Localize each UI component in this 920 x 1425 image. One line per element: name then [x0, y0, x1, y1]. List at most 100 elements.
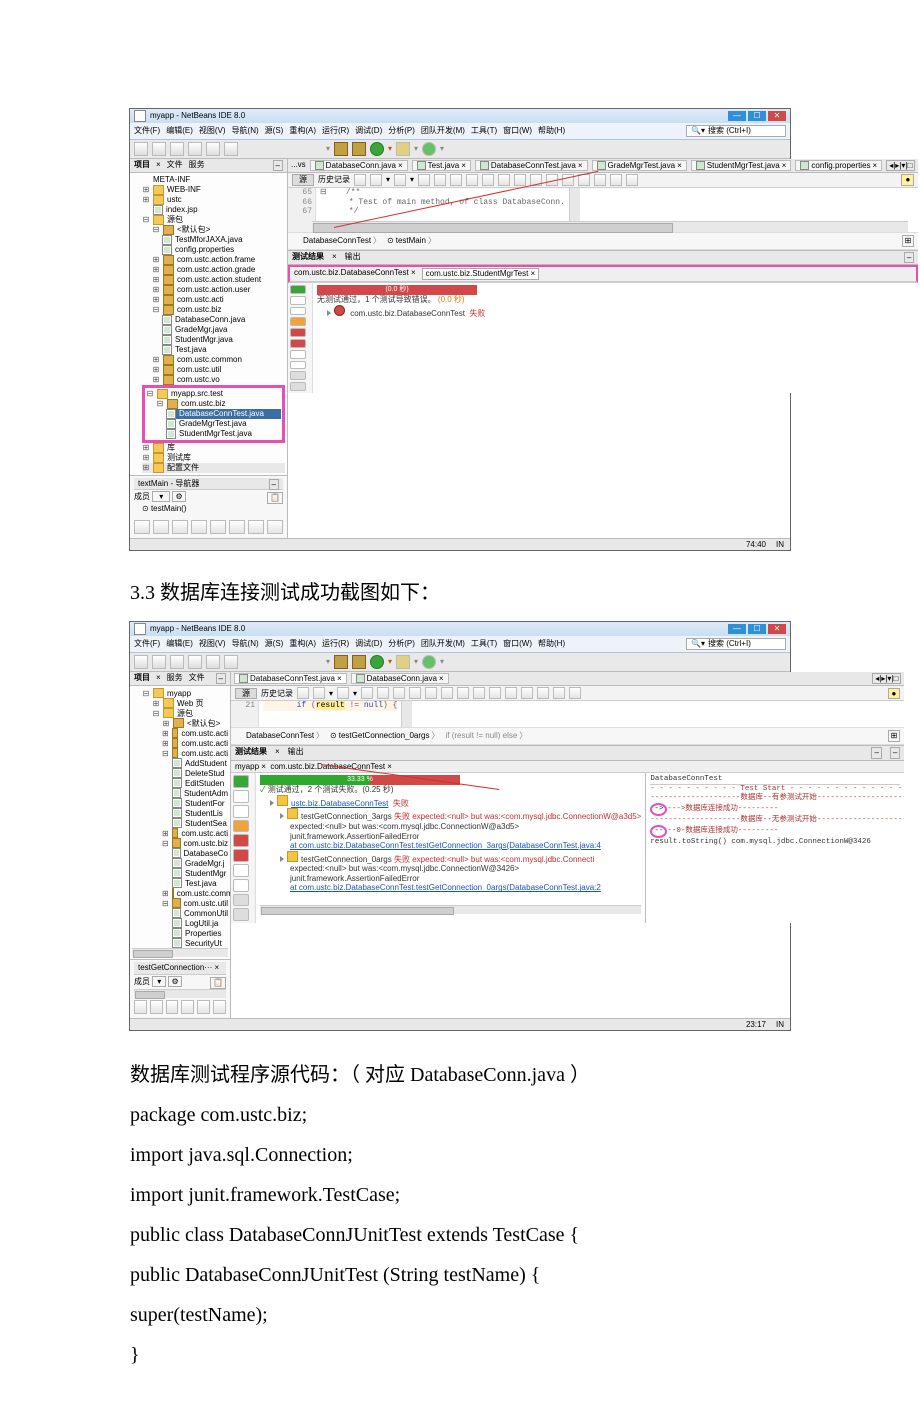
- expand-icon[interactable]: [233, 864, 249, 877]
- sidebar-min-icon[interactable]: –: [273, 160, 283, 172]
- navigator-method[interactable]: ⊙ testMain(): [134, 504, 283, 514]
- run-icon[interactable]: [370, 655, 384, 669]
- java-icon: [315, 161, 324, 170]
- save-all-icon[interactable]: [188, 142, 202, 156]
- project-tree[interactable]: ⊟myapp ⊞Web 页 ⊟源包 ⊞<默认包> ⊞com.ustc.acti …: [130, 686, 230, 959]
- clean-build-icon[interactable]: [352, 142, 366, 156]
- options-icon[interactable]: [290, 382, 306, 391]
- toolbar-icon[interactable]: [626, 174, 638, 186]
- code-editor[interactable]: 21 if (result != null) {: [231, 701, 904, 727]
- save-all-icon[interactable]: [188, 655, 202, 669]
- scrollbar[interactable]: [401, 701, 412, 727]
- collapse-icon[interactable]: [290, 361, 306, 370]
- menu-items[interactable]: 文件(F)编辑(E)视图(V)导航(N)源(S)重构(A)运行(R)调试(D)分…: [134, 126, 571, 136]
- toolbar-icon[interactable]: [578, 174, 590, 186]
- window-close-button[interactable]: ✕: [768, 111, 786, 121]
- new-file-icon[interactable]: [134, 142, 148, 156]
- rerun-icon[interactable]: [233, 775, 249, 788]
- new-project-icon[interactable]: [152, 142, 166, 156]
- window-minimize-button[interactable]: —: [728, 111, 746, 121]
- output-icon-column[interactable]: [231, 773, 256, 923]
- run-icon[interactable]: [370, 142, 384, 156]
- test-result-tree[interactable]: (0.0 秒) 无测试通过，1 个测试导致错误。 (0.0 秒) com.ust…: [313, 283, 918, 393]
- build-icon[interactable]: [334, 142, 348, 156]
- editor-tabs[interactable]: ...vs DatabaseConn.java × Test.java × Da…: [288, 159, 918, 174]
- sidebar-tabs[interactable]: 项目× 服务 文件 –: [130, 672, 230, 687]
- filter-pass-icon[interactable]: [233, 790, 249, 803]
- filter-icon[interactable]: [233, 805, 249, 818]
- debug-icon[interactable]: [396, 655, 410, 669]
- toolbar-icon[interactable]: [482, 174, 494, 186]
- warning-indicator-icon[interactable]: ●: [901, 174, 914, 186]
- redo-icon[interactable]: [224, 655, 238, 669]
- quick-search-input[interactable]: 🔍▾ 搜索 (Ctrl+I): [686, 638, 786, 650]
- editor-sub-toolbar[interactable]: 源 历史记录 ▾▾ ●: [231, 686, 904, 701]
- tab-services[interactable]: 服务: [189, 160, 205, 172]
- debug-icon[interactable]: [396, 142, 410, 156]
- profile-icon[interactable]: [422, 142, 436, 156]
- error-icon[interactable]: [233, 849, 249, 862]
- test-result-tree[interactable]: 33.33 % ✓ 测试通过，2 个测试失败。(0.25 秒) ustc.biz…: [256, 773, 645, 923]
- filter-pass-icon[interactable]: [290, 296, 306, 305]
- clean-build-icon[interactable]: [352, 655, 366, 669]
- window-close-button[interactable]: ✕: [768, 624, 786, 634]
- output-tabs[interactable]: 测试结果× 输出 –: [288, 251, 918, 266]
- tab-files[interactable]: 文件: [167, 160, 183, 172]
- quick-search-input[interactable]: 🔍▾ 搜索 (Ctrl+I): [686, 125, 786, 137]
- new-file-icon[interactable]: [134, 655, 148, 669]
- editor-tabs[interactable]: DatabaseConnTest.java × DatabaseConn.jav…: [231, 672, 904, 687]
- toolbar-icon[interactable]: [434, 174, 446, 186]
- navigator-filters[interactable]: [134, 998, 226, 1016]
- breadcrumb-bar[interactable]: DatabaseConnTest 〉 ⊙ testGetConnection_0…: [231, 727, 904, 745]
- redo-icon[interactable]: [224, 142, 238, 156]
- settings-icon[interactable]: [290, 371, 306, 380]
- app-icon: [134, 110, 146, 122]
- project-tree[interactable]: META-INF ⊞WEB-INF ⊞ustc index.jsp ⊟源包 ⊟<…: [130, 173, 287, 475]
- editor-sub-toolbar[interactable]: 源 历史记录 ▾ ▾ ●: [288, 173, 918, 188]
- window-maximize-button[interactable]: ☐: [748, 111, 766, 121]
- open-icon[interactable]: [170, 655, 184, 669]
- main-toolbar[interactable]: ▾ ▾ ▾ ▾: [130, 653, 790, 672]
- toolbar-icon[interactable]: [498, 174, 510, 186]
- navigator-filters[interactable]: [134, 518, 283, 536]
- toolbar-icon[interactable]: [594, 174, 606, 186]
- build-icon[interactable]: [334, 655, 348, 669]
- window-maximize-button[interactable]: ☐: [748, 624, 766, 634]
- stop-icon[interactable]: [233, 834, 249, 847]
- toolbar-icon[interactable]: [450, 174, 462, 186]
- selected-tree-item[interactable]: DatabaseConnTest.java: [166, 409, 281, 419]
- java-icon: [162, 345, 172, 355]
- toolbar-icon[interactable]: [418, 174, 430, 186]
- open-icon[interactable]: [170, 142, 184, 156]
- code-editor[interactable]: 656667 ⊟ /** * Test of main method, of c…: [288, 188, 918, 232]
- menu-items[interactable]: 文件(F)编辑(E)视图(V)导航(N)源(S)重构(A)运行(R)调试(D)分…: [134, 639, 571, 649]
- breadcrumb-bar[interactable]: DatabaseConnTest 〉 ⊙ testMain 〉 ⊞: [288, 232, 918, 250]
- window-minimize-button[interactable]: —: [728, 624, 746, 634]
- tab-projects[interactable]: 项目: [134, 160, 150, 172]
- expand-icon[interactable]: [290, 350, 306, 359]
- undo-icon[interactable]: [206, 655, 220, 669]
- toolbar-icon[interactable]: [610, 174, 622, 186]
- output-tabs[interactable]: 测试结果× 输出 – –: [231, 746, 904, 761]
- output-icon-column[interactable]: [288, 283, 313, 393]
- rerun-icon[interactable]: [290, 285, 306, 294]
- profile-icon[interactable]: [422, 655, 436, 669]
- settings-icon[interactable]: [233, 894, 249, 907]
- toolbar-icon[interactable]: [514, 174, 526, 186]
- error-icon[interactable]: [290, 339, 306, 348]
- info-icon[interactable]: [290, 317, 306, 326]
- toolbar-icon[interactable]: [370, 174, 382, 186]
- toolbar-icon[interactable]: [354, 174, 366, 186]
- new-project-icon[interactable]: [152, 655, 166, 669]
- undo-icon[interactable]: [206, 142, 220, 156]
- sidebar-tabs[interactable]: 项目× 文件 服务 –: [130, 159, 287, 174]
- filter-icon[interactable]: [290, 307, 306, 316]
- options-icon[interactable]: [233, 908, 249, 921]
- result-tab-extra[interactable]: com.ustc.biz.StudentMgrTest ×: [422, 268, 540, 280]
- collapse-icon[interactable]: [233, 879, 249, 892]
- info-icon[interactable]: [233, 820, 249, 833]
- toolbar-icon[interactable]: [466, 174, 478, 186]
- toolbar-icon[interactable]: [394, 174, 406, 186]
- main-toolbar[interactable]: ▾ ▾ ▾ ▾: [130, 140, 790, 159]
- stop-icon[interactable]: [290, 328, 306, 337]
